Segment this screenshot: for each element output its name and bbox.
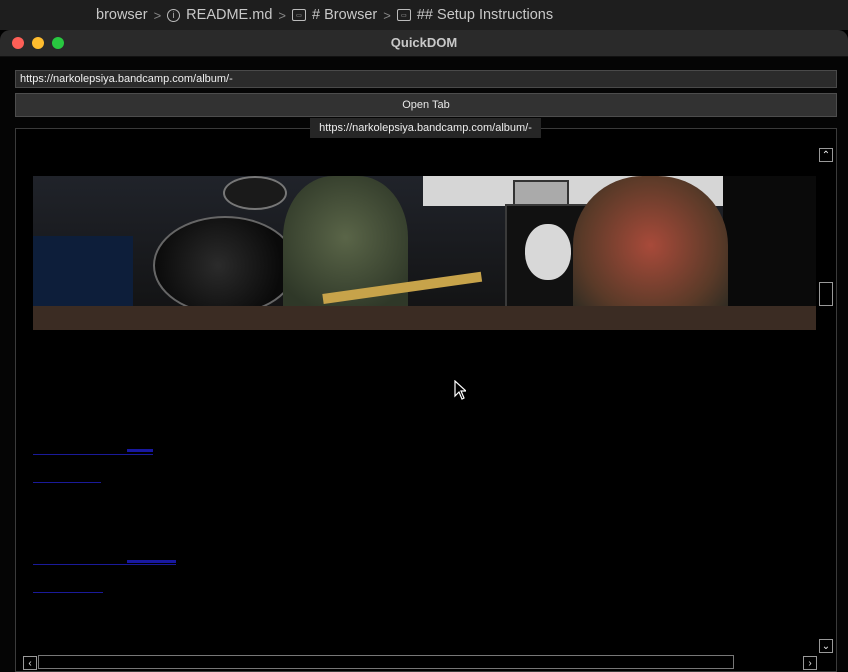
quickdom-window: QuickDOM https://narkolepsiya.bandcamp.c… — [0, 30, 848, 672]
breadcrumb-item-readme[interactable]: README.md — [186, 7, 272, 23]
vertical-scrollbar[interactable] — [817, 147, 835, 645]
tab-url-label[interactable]: https://narkolepsiya.bandcamp.com/album/… — [310, 118, 541, 138]
photo-floor — [33, 306, 816, 330]
page-link[interactable] — [33, 592, 103, 593]
page-viewport[interactable] — [17, 142, 817, 642]
scroll-right-button[interactable]: › — [803, 656, 817, 670]
info-icon: i — [167, 8, 181, 22]
page-link-text-fragment[interactable] — [127, 449, 153, 452]
mouse-cursor-icon — [454, 380, 466, 400]
breadcrumb-item-browser-heading[interactable]: # Browser — [312, 7, 377, 23]
editor-breadcrumb: browser > i README.md > ▭ # Browser > ▭ … — [0, 0, 848, 30]
breadcrumb-item-setup[interactable]: ## Setup Instructions — [417, 7, 553, 23]
title-bar[interactable]: QuickDOM — [0, 30, 848, 57]
breadcrumb-item-browser[interactable]: browser — [96, 7, 148, 23]
photo-drum-kit — [153, 216, 297, 315]
page-link-text-fragment[interactable] — [127, 560, 176, 563]
url-input[interactable]: https://narkolepsiya.bandcamp.com/album/… — [15, 70, 837, 88]
photo-tom-drum — [223, 176, 287, 210]
photo-speaker-cone — [525, 224, 571, 280]
page-link[interactable] — [33, 564, 176, 565]
page-link[interactable] — [33, 454, 153, 455]
horizontal-scroll-thumb[interactable] — [38, 655, 734, 669]
heading-symbol-icon: ▭ — [396, 9, 411, 21]
scroll-up-button[interactable]: ⌃ — [819, 148, 833, 162]
vertical-scroll-thumb[interactable] — [819, 282, 833, 306]
heading-symbol-icon: ▭ — [291, 9, 306, 21]
chevron-right-icon: > — [153, 7, 162, 23]
scroll-left-button[interactable]: ‹ — [23, 656, 37, 670]
open-tab-button[interactable]: Open Tab — [15, 93, 837, 117]
window-title: QuickDOM — [390, 35, 458, 50]
album-photo — [33, 176, 816, 330]
chevron-right-icon: > — [278, 7, 286, 23]
chevron-right-icon: > — [383, 7, 391, 23]
scroll-down-button[interactable]: ⌄ — [819, 639, 833, 653]
page-link[interactable] — [33, 482, 101, 483]
